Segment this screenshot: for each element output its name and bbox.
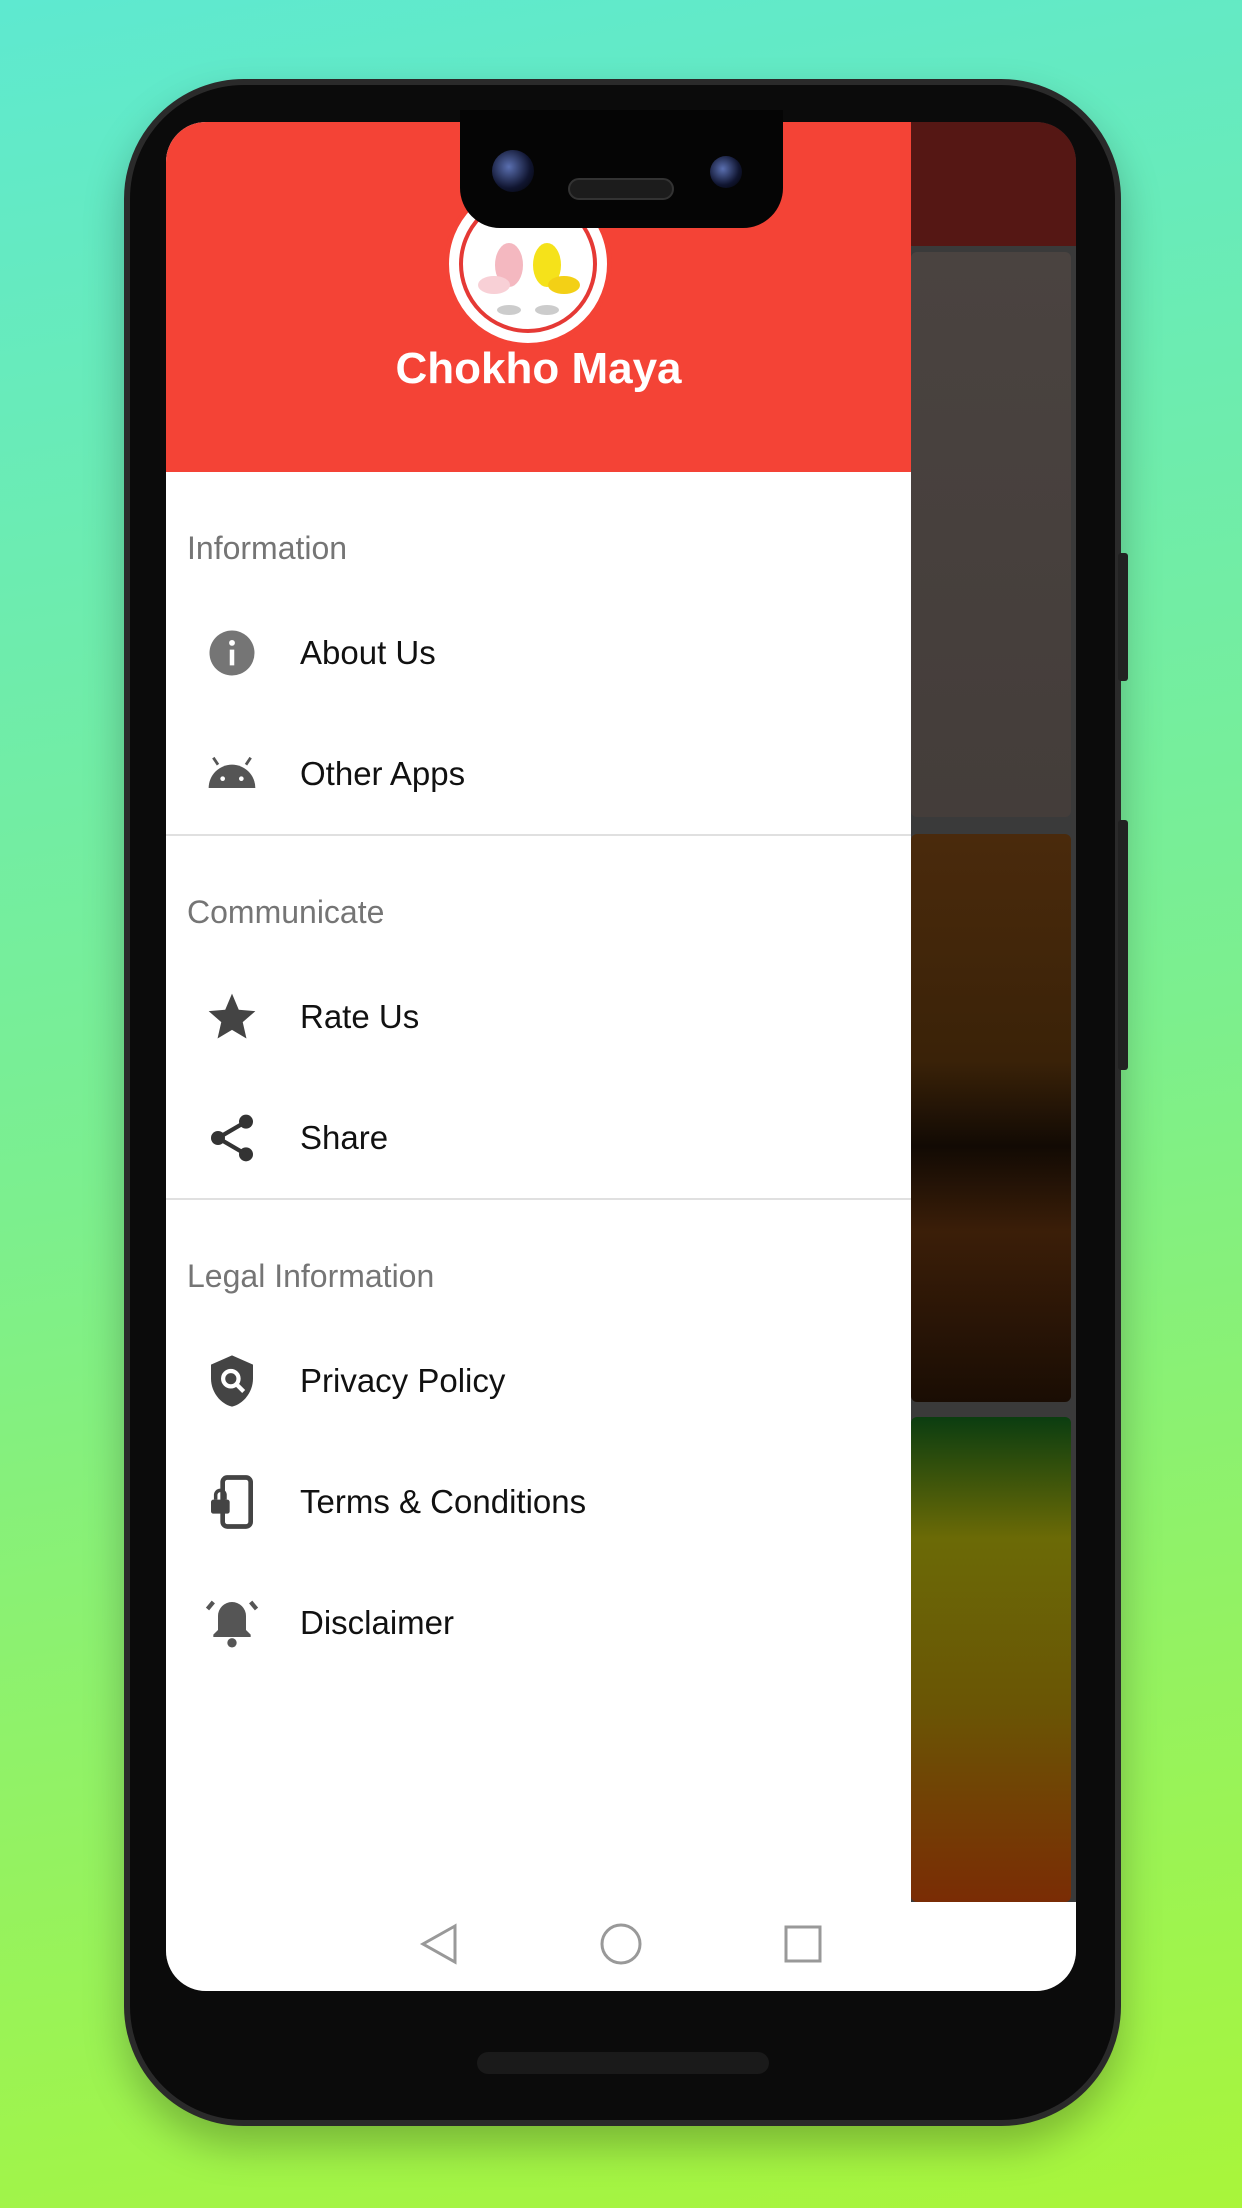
menu-item-label: About Us xyxy=(300,633,436,671)
volume-button xyxy=(1118,820,1128,1070)
section-header: Information xyxy=(187,530,348,566)
wallpaper-card[interactable] xyxy=(911,1417,1071,1902)
menu-item-label: Privacy Policy xyxy=(300,1361,506,1399)
menu-item-label: Other Apps xyxy=(300,754,466,792)
wallpaper-card[interactable] xyxy=(911,834,1071,1402)
section-header: Legal Information xyxy=(187,1258,435,1294)
android-icon xyxy=(204,746,260,802)
menu-item-label: Terms & Conditions xyxy=(300,1482,587,1520)
menu-item-about-us[interactable]: About Us xyxy=(166,592,911,713)
info-icon xyxy=(204,625,260,681)
menu-item-label: Rate Us xyxy=(300,997,420,1035)
navigation-drawer: Chokho Maya Information About Us Other A… xyxy=(166,122,911,1902)
menu-item-label: Share xyxy=(300,1118,389,1156)
wallpaper-card[interactable] xyxy=(911,252,1071,817)
menu-item-other-apps[interactable]: Other Apps xyxy=(166,713,911,834)
speaker-grille xyxy=(568,178,674,200)
app-title: Chokho Maya xyxy=(395,344,682,393)
menu-item-privacy-policy[interactable]: Privacy Policy xyxy=(166,1320,911,1441)
front-sensor xyxy=(710,156,742,188)
app-bar xyxy=(911,122,1076,246)
alarm-bell-icon xyxy=(204,1595,260,1651)
camera-notch xyxy=(460,110,783,228)
share-icon xyxy=(204,1110,260,1166)
star-icon xyxy=(204,989,260,1045)
menu-item-rate-us[interactable]: Rate Us xyxy=(166,956,911,1077)
menu-item-share[interactable]: Share xyxy=(166,1077,911,1198)
system-nav-bar xyxy=(166,1902,1076,1991)
home-icon[interactable] xyxy=(599,1922,643,1971)
bottom-speaker xyxy=(477,2052,769,2074)
screen: Chokho Maya Information About Us Other A… xyxy=(166,122,1076,1991)
phone-lock-icon xyxy=(204,1474,260,1530)
front-camera xyxy=(492,150,534,192)
shield-search-icon xyxy=(204,1353,260,1409)
recents-icon[interactable] xyxy=(783,1924,823,1969)
menu-item-disclaimer[interactable]: Disclaimer xyxy=(166,1562,911,1683)
menu-item-label: Disclaimer xyxy=(300,1603,455,1641)
section-header: Communicate xyxy=(187,894,385,930)
menu-item-terms-conditions[interactable]: Terms & Conditions xyxy=(166,1441,911,1562)
back-icon[interactable] xyxy=(419,1922,459,1971)
power-button xyxy=(1118,553,1128,681)
